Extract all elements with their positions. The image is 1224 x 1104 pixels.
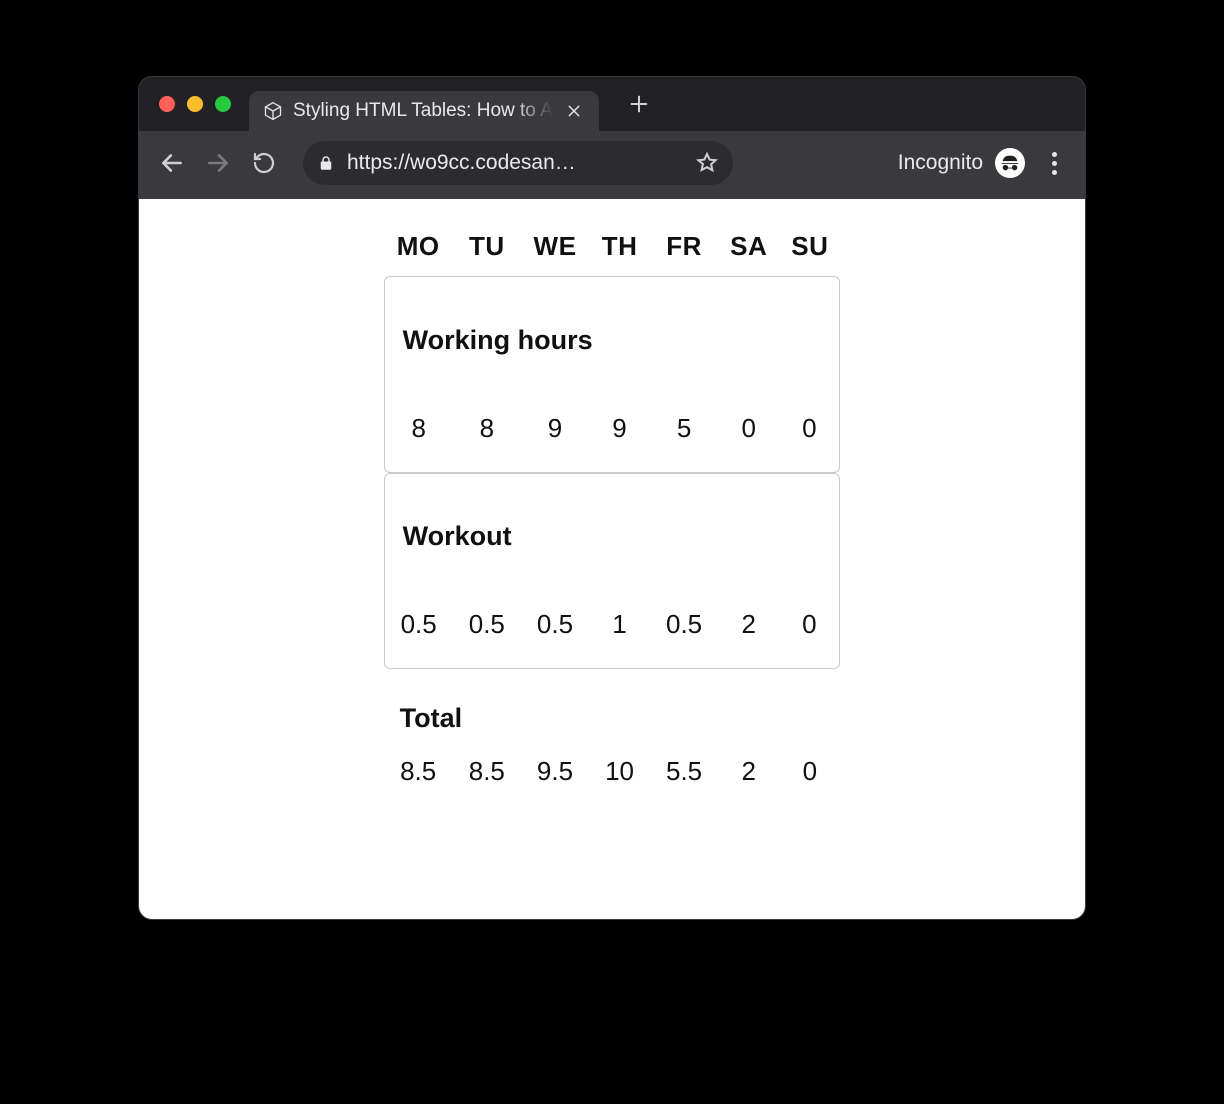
browser-menu-button[interactable] <box>1041 150 1067 176</box>
address-bar[interactable]: https://wo9cc.codesan… <box>303 141 733 185</box>
forward-button[interactable] <box>203 148 233 178</box>
bookmark-star-icon[interactable] <box>695 151 719 175</box>
group-label: Working hours <box>384 276 841 385</box>
group-label: Total <box>384 669 841 744</box>
group-total: Total 8.5 8.5 9.5 10 5.5 2 0 <box>384 669 841 799</box>
new-tab-button[interactable] <box>625 90 653 118</box>
hours-table: MO TU WE TH FR SA SU Working hours 8 8 9 <box>384 223 841 799</box>
cell: 10 <box>589 744 650 799</box>
group-working-hours: Working hours 8 8 9 9 5 0 0 <box>384 276 841 473</box>
group-workout: Workout 0.5 0.5 0.5 1 0.5 2 0 <box>384 473 841 670</box>
close-tab-button[interactable] <box>563 100 585 122</box>
group-label-row: Workout <box>384 473 841 582</box>
incognito-label: Incognito <box>898 151 983 175</box>
group-label-row: Total <box>384 669 841 744</box>
col-tu: TU <box>453 223 521 276</box>
page-content: MO TU WE TH FR SA SU Working hours 8 8 9 <box>139 199 1085 919</box>
back-button[interactable] <box>157 148 187 178</box>
cell: 0.5 <box>453 582 521 669</box>
group-values-row: 8 8 9 9 5 0 0 <box>384 385 841 472</box>
reload-button[interactable] <box>249 148 279 178</box>
cell: 5.5 <box>650 744 718 799</box>
url-text: https://wo9cc.codesan… <box>347 151 683 175</box>
cell: 9.5 <box>521 744 589 799</box>
cell: 8.5 <box>453 744 521 799</box>
col-th: TH <box>589 223 650 276</box>
group-values-row: 0.5 0.5 0.5 1 0.5 2 0 <box>384 582 841 669</box>
col-su: SU <box>779 223 840 276</box>
cell: 0 <box>779 582 840 669</box>
lock-icon <box>317 154 335 172</box>
col-we: WE <box>521 223 589 276</box>
browser-toolbar: https://wo9cc.codesan… Incognito <box>139 131 1085 199</box>
cell: 0 <box>779 385 840 472</box>
browser-window: Styling HTML Tables: How to A <box>138 76 1086 920</box>
minimize-window-button[interactable] <box>187 96 203 112</box>
group-values-row: 8.5 8.5 9.5 10 5.5 2 0 <box>384 744 841 799</box>
group-label: Workout <box>384 473 841 582</box>
cell: 9 <box>521 385 589 472</box>
cell: 2 <box>718 582 779 669</box>
cell: 1 <box>589 582 650 669</box>
cell: 0.5 <box>650 582 718 669</box>
cell: 0 <box>718 385 779 472</box>
col-fr: FR <box>650 223 718 276</box>
table-header-row: MO TU WE TH FR SA SU <box>384 223 841 276</box>
window-controls <box>159 96 231 112</box>
maximize-window-button[interactable] <box>215 96 231 112</box>
cell: 0.5 <box>384 582 453 669</box>
browser-tab[interactable]: Styling HTML Tables: How to A <box>249 91 599 131</box>
cell: 8 <box>453 385 521 472</box>
codesandbox-favicon-icon <box>263 101 283 121</box>
cell: 0.5 <box>521 582 589 669</box>
cell: 0 <box>779 744 840 799</box>
cell: 5 <box>650 385 718 472</box>
group-label-row: Working hours <box>384 276 841 385</box>
incognito-indicator: Incognito <box>898 148 1025 178</box>
tab-title: Styling HTML Tables: How to A <box>293 100 553 122</box>
close-window-button[interactable] <box>159 96 175 112</box>
incognito-icon[interactable] <box>995 148 1025 178</box>
cell: 9 <box>589 385 650 472</box>
col-sa: SA <box>718 223 779 276</box>
cell: 2 <box>718 744 779 799</box>
col-mo: MO <box>384 223 453 276</box>
cell: 8.5 <box>384 744 453 799</box>
tab-strip: Styling HTML Tables: How to A <box>139 77 1085 131</box>
cell: 8 <box>384 385 453 472</box>
